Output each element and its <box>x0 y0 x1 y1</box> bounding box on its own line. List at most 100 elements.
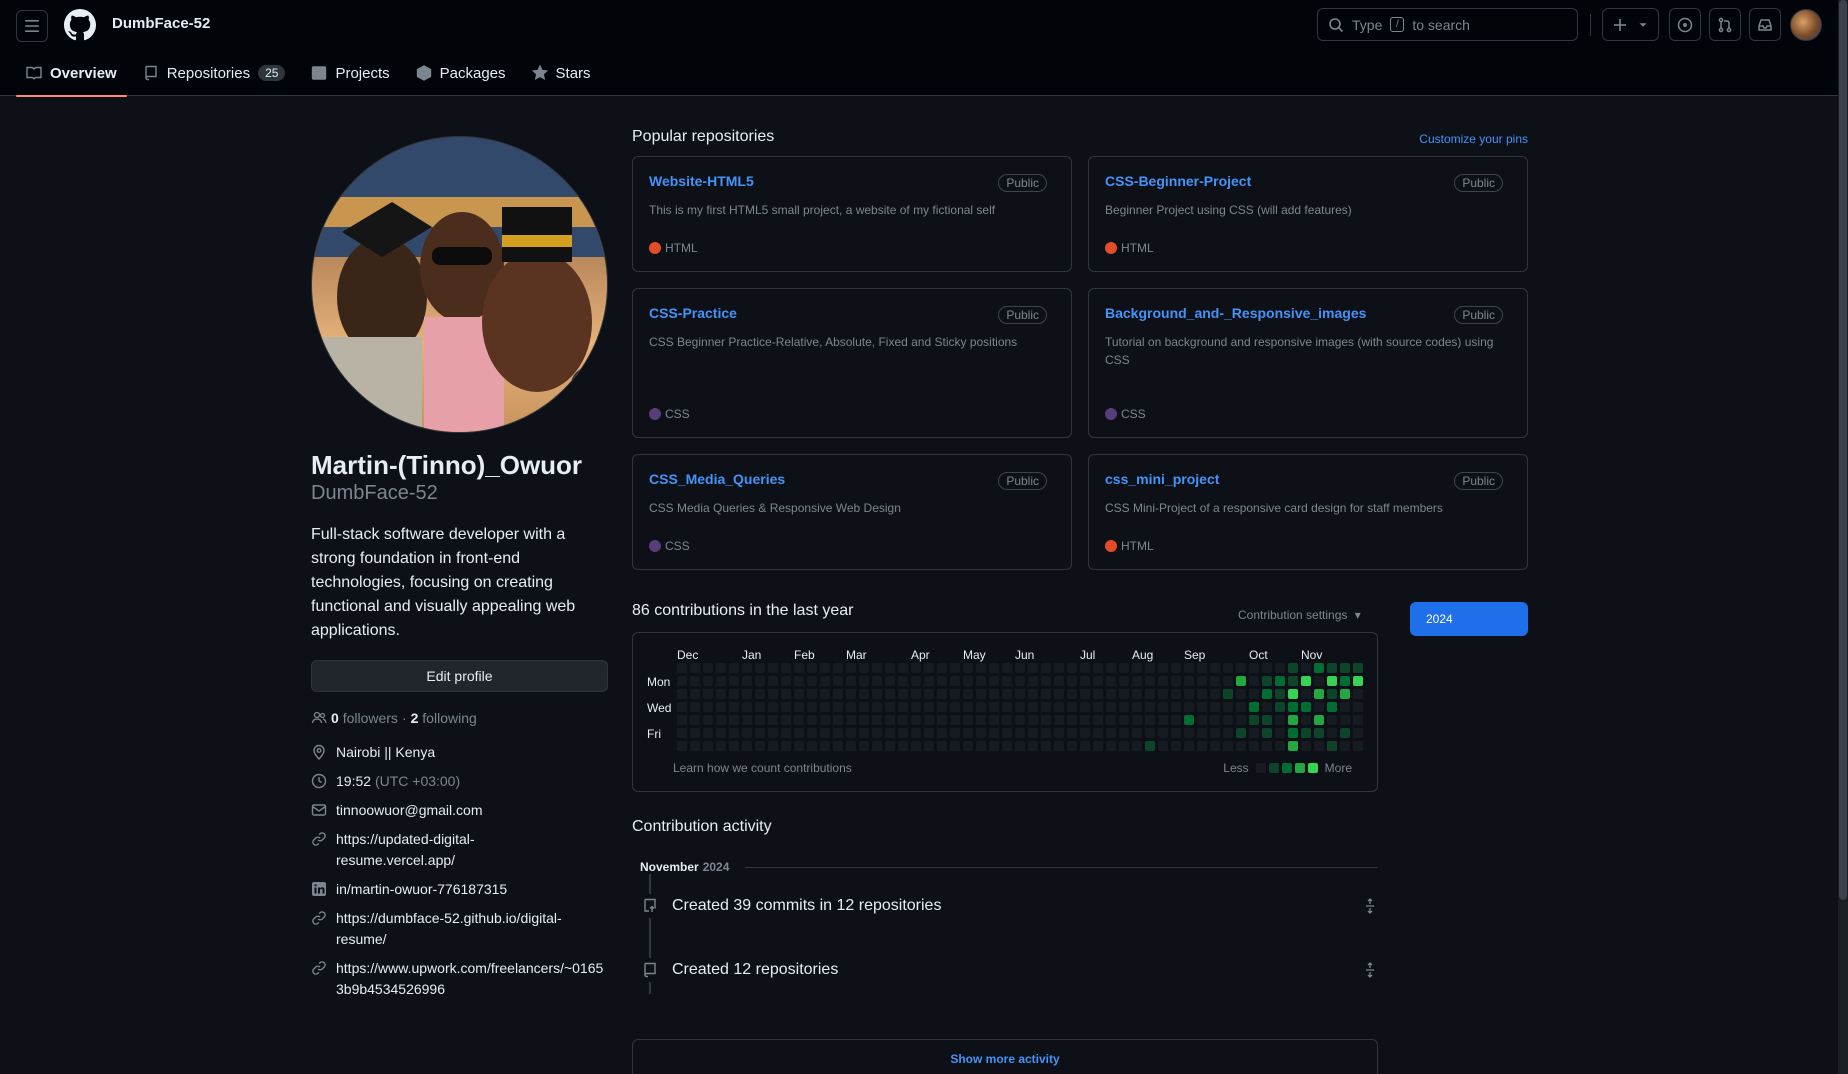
search-input[interactable]: Type / to search <box>1317 8 1578 41</box>
contribution-day[interactable] <box>1314 728 1324 738</box>
contribution-day[interactable] <box>1223 741 1233 751</box>
contribution-day[interactable] <box>794 728 804 738</box>
contribution-day[interactable] <box>963 728 973 738</box>
tab-stars[interactable]: Stars <box>522 50 601 96</box>
contribution-day[interactable] <box>1106 702 1116 712</box>
contribution-day[interactable] <box>677 728 687 738</box>
contribution-day[interactable] <box>1184 715 1194 725</box>
contribution-day[interactable] <box>1093 702 1103 712</box>
upwork-link[interactable]: https://www.upwork.com/freelancers/~0165… <box>336 958 608 1000</box>
contribution-day[interactable] <box>1210 676 1220 686</box>
contribution-day[interactable] <box>1041 702 1051 712</box>
contribution-day[interactable] <box>1171 702 1181 712</box>
contribution-day[interactable] <box>1041 741 1051 751</box>
contribution-day[interactable] <box>1197 702 1207 712</box>
contribution-day[interactable] <box>1171 676 1181 686</box>
contribution-day[interactable] <box>1340 689 1350 699</box>
contribution-day[interactable] <box>716 715 726 725</box>
contribution-day[interactable] <box>1249 689 1259 699</box>
user-avatar[interactable] <box>1790 9 1822 41</box>
contribution-day[interactable] <box>950 689 960 699</box>
contribution-day[interactable] <box>1314 715 1324 725</box>
year-2024-button[interactable]: 2024 <box>1410 602 1528 636</box>
contribution-day[interactable] <box>1340 728 1350 738</box>
repo-name-link[interactable]: CSS-Practice <box>649 305 737 321</box>
contribution-day[interactable] <box>1002 663 1012 673</box>
contribution-settings-button[interactable]: Contribution settings ▾ <box>1238 608 1361 622</box>
contribution-day[interactable] <box>1132 663 1142 673</box>
contribution-day[interactable] <box>898 676 908 686</box>
contribution-day[interactable] <box>872 728 882 738</box>
contribution-day[interactable] <box>781 663 791 673</box>
contribution-day[interactable] <box>820 702 830 712</box>
contribution-day[interactable] <box>781 676 791 686</box>
contribution-day[interactable] <box>885 663 895 673</box>
contribution-day[interactable] <box>833 676 843 686</box>
contribution-day[interactable] <box>898 741 908 751</box>
contribution-day[interactable] <box>1054 741 1064 751</box>
contribution-day[interactable] <box>1210 728 1220 738</box>
contribution-day[interactable] <box>716 741 726 751</box>
contribution-day[interactable] <box>1145 715 1155 725</box>
contribution-day[interactable] <box>755 676 765 686</box>
contribution-day[interactable] <box>794 702 804 712</box>
contribution-day[interactable] <box>1093 676 1103 686</box>
contribution-day[interactable] <box>976 689 986 699</box>
contribution-day[interactable] <box>846 689 856 699</box>
contribution-day[interactable] <box>742 741 752 751</box>
contribution-day[interactable] <box>742 715 752 725</box>
contribution-day[interactable] <box>937 702 947 712</box>
contribution-day[interactable] <box>1236 728 1246 738</box>
contribution-day[interactable] <box>820 728 830 738</box>
contribution-day[interactable] <box>911 715 921 725</box>
contribution-day[interactable] <box>1093 689 1103 699</box>
contribution-day[interactable] <box>963 663 973 673</box>
contribution-day[interactable] <box>1041 715 1051 725</box>
contribution-day[interactable] <box>729 689 739 699</box>
contribution-day[interactable] <box>1327 741 1337 751</box>
contribution-day[interactable] <box>1262 676 1272 686</box>
contribution-day[interactable] <box>1236 741 1246 751</box>
contribution-day[interactable] <box>1067 728 1077 738</box>
contribution-day[interactable] <box>1171 728 1181 738</box>
contribution-day[interactable] <box>1262 741 1272 751</box>
contribution-day[interactable] <box>1015 663 1025 673</box>
contribution-day[interactable] <box>1223 728 1233 738</box>
contribution-day[interactable] <box>1080 676 1090 686</box>
contribution-day[interactable] <box>1327 676 1337 686</box>
contribution-day[interactable] <box>1314 741 1324 751</box>
contribution-day[interactable] <box>846 728 856 738</box>
contribution-day[interactable] <box>937 728 947 738</box>
contribution-day[interactable] <box>820 663 830 673</box>
contribution-day[interactable] <box>1145 689 1155 699</box>
contribution-day[interactable] <box>794 715 804 725</box>
contribution-day[interactable] <box>1028 715 1038 725</box>
inbox-button[interactable] <box>1749 8 1781 41</box>
customize-pins-link[interactable]: Customize your pins <box>1419 132 1528 146</box>
contribution-day[interactable] <box>1197 663 1207 673</box>
contribution-day[interactable] <box>989 702 999 712</box>
contribution-day[interactable] <box>1171 689 1181 699</box>
contribution-day[interactable] <box>950 702 960 712</box>
contribution-day[interactable] <box>716 663 726 673</box>
website-link[interactable]: https://updated-digital-resume.vercel.ap… <box>336 829 576 871</box>
contribution-day[interactable] <box>1340 676 1350 686</box>
contribution-day[interactable] <box>1197 741 1207 751</box>
contribution-day[interactable] <box>1002 728 1012 738</box>
contribution-day[interactable] <box>755 702 765 712</box>
contribution-day[interactable] <box>1002 689 1012 699</box>
contribution-day[interactable] <box>1015 741 1025 751</box>
contribution-day[interactable] <box>1340 715 1350 725</box>
contribution-day[interactable] <box>976 663 986 673</box>
contribution-day[interactable] <box>1340 702 1350 712</box>
contribution-day[interactable] <box>1002 741 1012 751</box>
contribution-day[interactable] <box>1093 715 1103 725</box>
contribution-day[interactable] <box>807 702 817 712</box>
set-status-button[interactable] <box>571 367 607 403</box>
contribution-day[interactable] <box>781 728 791 738</box>
contribution-day[interactable] <box>729 741 739 751</box>
contribution-day[interactable] <box>1067 702 1077 712</box>
contribution-day[interactable] <box>911 676 921 686</box>
contribution-day[interactable] <box>820 676 830 686</box>
contribution-day[interactable] <box>1301 715 1311 725</box>
